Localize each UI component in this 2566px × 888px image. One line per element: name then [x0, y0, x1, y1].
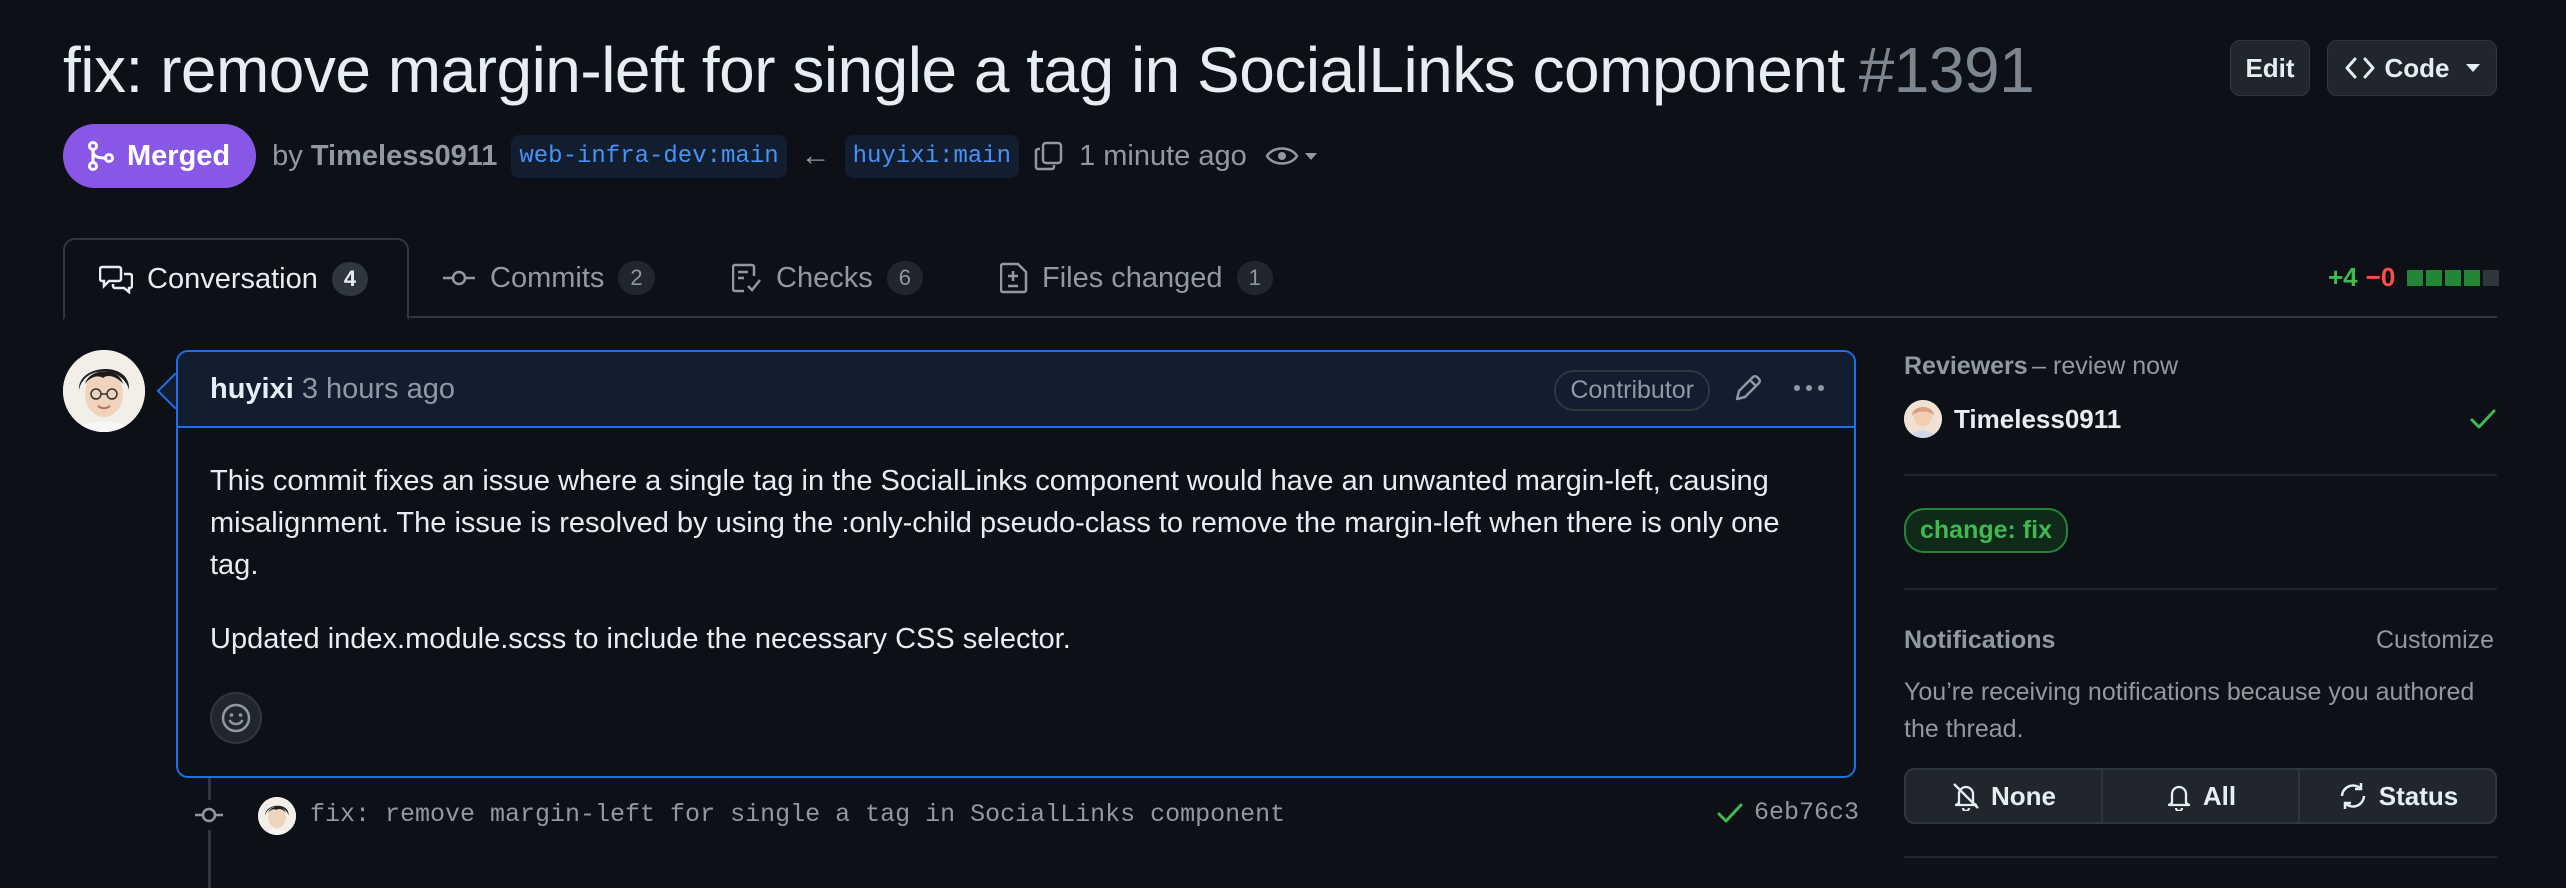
- commit-icon: [443, 270, 475, 286]
- pr-meta: Merged by Timeless0911 web-infra-dev:mai…: [63, 124, 1317, 188]
- comment-paragraph: This commit fixes an issue where a singl…: [210, 465, 1780, 581]
- notif-status-label: Status: [2378, 780, 2459, 811]
- code-label: Code: [2384, 52, 2450, 83]
- sync-icon: [2340, 783, 2366, 809]
- tab-checks[interactable]: Checks 6: [732, 238, 923, 318]
- reviewer-name[interactable]: Timeless0911: [1954, 404, 2121, 435]
- comment-header: huyixi 3 hours ago Contributor: [178, 352, 1854, 428]
- contributor-badge: Contributor: [1554, 370, 1710, 411]
- diffstat: +4 −0: [2328, 262, 2500, 293]
- status-badge: Merged: [63, 124, 257, 188]
- notifications-heading: Notifications: [1904, 626, 2056, 654]
- additions-count: +4: [2328, 262, 2358, 292]
- commit-message[interactable]: fix: remove margin-left for single a tag…: [310, 800, 1285, 829]
- tab-count: 6: [886, 261, 923, 295]
- diffstat-blocks: [2407, 269, 2500, 286]
- check-icon: [2470, 409, 2496, 429]
- divider: [1904, 856, 2497, 858]
- comment-time[interactable]: 3 hours ago: [302, 373, 455, 406]
- reviewer-row: Timeless0911: [1904, 400, 2497, 438]
- file-diff-icon: [1000, 262, 1028, 294]
- page-title: fix: remove margin-left for single a tag…: [63, 28, 2035, 112]
- tab-label: Conversation: [147, 262, 318, 295]
- pr-number: #1391: [1858, 34, 2035, 106]
- comment-author[interactable]: huyixi: [210, 373, 294, 406]
- customize-link[interactable]: Customize: [2376, 626, 2494, 655]
- pr-title-text: fix: remove margin-left for single a tag…: [63, 34, 1845, 106]
- commit-sha[interactable]: 6eb76c3: [1754, 798, 1859, 827]
- merge-icon: [88, 141, 114, 171]
- base-branch[interactable]: web-infra-dev:main: [511, 134, 787, 178]
- code-icon: [2345, 57, 2374, 79]
- notif-status-button[interactable]: Status: [2300, 770, 2495, 822]
- bell-slash-icon: [1953, 783, 1979, 811]
- avatar[interactable]: [63, 350, 145, 432]
- tabs-divider: [63, 316, 2497, 318]
- tab-count: 2: [618, 261, 655, 295]
- checklist-icon: [732, 263, 761, 293]
- reviewers-title[interactable]: Reviewers: [1904, 352, 2028, 380]
- tab-count: 1: [1236, 261, 1273, 295]
- bell-icon: [2167, 785, 2191, 811]
- tab-files-changed[interactable]: Files changed 1: [1000, 238, 1273, 318]
- copy-icon[interactable]: [1033, 140, 1065, 172]
- chevron-down-icon: [2465, 64, 2480, 72]
- notif-all-button[interactable]: All: [2103, 770, 2300, 822]
- pencil-icon[interactable]: [1732, 372, 1764, 404]
- divider: [1904, 588, 2497, 590]
- chevron-down-icon: [1304, 152, 1317, 160]
- comment-discussion-icon: [99, 265, 133, 294]
- add-reaction-button[interactable]: [210, 692, 262, 744]
- notif-all-label: All: [2202, 780, 2237, 811]
- deletions-count: −0: [2365, 262, 2396, 292]
- notif-none-button[interactable]: None: [1906, 770, 2103, 822]
- smiley-icon: [221, 703, 251, 733]
- tab-label: Checks: [776, 261, 873, 294]
- commit-icon: [194, 800, 224, 830]
- notif-none-label: None: [1991, 780, 2056, 811]
- kebab-menu-icon[interactable]: [1792, 372, 1826, 404]
- tab-commits[interactable]: Commits 2: [442, 238, 655, 318]
- tab-label: Commits: [490, 261, 605, 294]
- reviewers-subtitle: – review now: [2032, 352, 2179, 380]
- label-badge[interactable]: change: fix: [1904, 508, 2068, 553]
- by-label: by: [272, 139, 303, 172]
- head-branch[interactable]: huyixi:main: [844, 134, 1020, 178]
- status-label: Merged: [127, 139, 231, 172]
- notification-button-group: None All Status: [1904, 768, 2497, 824]
- author-line: by Timeless0911: [272, 140, 497, 173]
- commit-sha-row: 6eb76c3: [1716, 798, 1859, 827]
- notification-description: You’re receiving notifications because y…: [1904, 678, 2475, 743]
- comment-paragraph: Updated index.module.scss to include the…: [210, 623, 1071, 655]
- tab-count: 4: [331, 262, 369, 296]
- time-label: 1 minute ago: [1079, 139, 1247, 172]
- avatar[interactable]: [1904, 400, 1942, 438]
- commit-author-avatar[interactable]: [258, 797, 296, 835]
- reviewers-heading: Reviewers – review now: [1904, 352, 2497, 381]
- check-icon[interactable]: [1716, 801, 1744, 825]
- comment-body: This commit fixes an issue where a singl…: [210, 460, 1810, 692]
- tab-conversation[interactable]: Conversation 4: [63, 238, 409, 320]
- comment-card: huyixi 3 hours ago Contributor This comm…: [176, 350, 1856, 778]
- code-button[interactable]: Code: [2327, 40, 2497, 96]
- divider: [1904, 474, 2497, 476]
- edit-button[interactable]: Edit: [2230, 40, 2310, 96]
- timeline-line: [208, 778, 211, 888]
- watch-toggle[interactable]: [1265, 144, 1317, 168]
- arrow-left-icon: ←: [800, 139, 831, 172]
- author-link[interactable]: Timeless0911: [311, 140, 498, 172]
- eye-icon: [1265, 147, 1299, 165]
- tab-label: Files changed: [1042, 261, 1223, 294]
